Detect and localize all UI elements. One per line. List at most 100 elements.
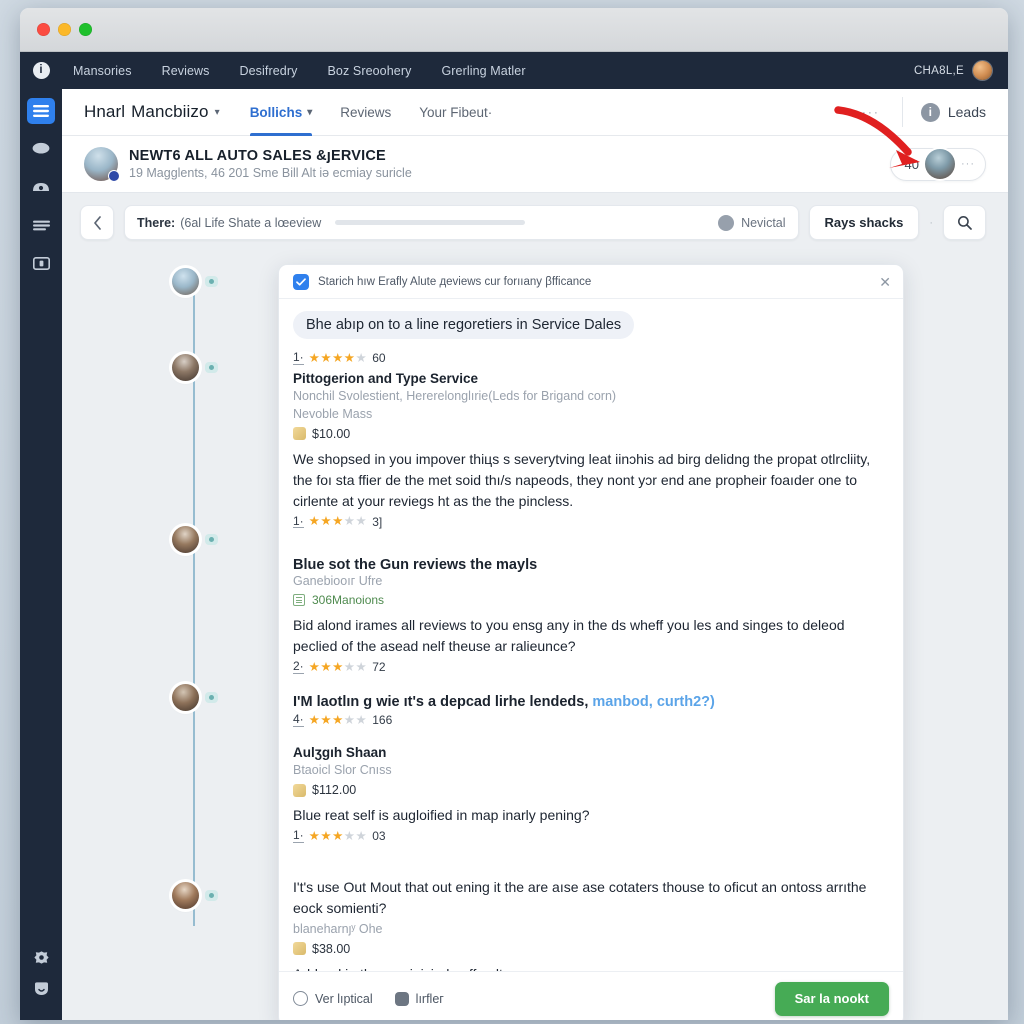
close-icon[interactable]: ✕: [879, 275, 891, 289]
maximize-window-button[interactable]: [79, 23, 92, 36]
review-paragraph: We shopsed in you impover thiцs s severy…: [293, 450, 871, 509]
footer-option-filter[interactable]: lırfleг: [394, 991, 444, 1006]
workspace-navbar: Hnarl Mancbiizo ▾ Bollichs ▾ Reviews You…: [62, 89, 1008, 136]
brand-word-1: Hnarl: [84, 102, 126, 121]
rating-index: 1·: [293, 828, 304, 843]
search-right-label: Nevictal: [741, 215, 786, 230]
contact-overflow-dots[interactable]: ···: [961, 158, 978, 170]
sidebar-item-menu[interactable]: [27, 98, 55, 124]
circle-outline-icon: [293, 991, 308, 1006]
timeline-node[interactable]: [172, 526, 218, 553]
page-content: Hnarl Mancbiizo ▾ Bollichs ▾ Reviews You…: [62, 89, 1008, 1020]
verified-badge-icon: [108, 170, 120, 182]
filter-icon: [394, 991, 409, 1006]
reviews-modal-card: Starich hıw Erafly Alute дeviews cur for…: [278, 264, 904, 1020]
timeline-node[interactable]: [172, 268, 218, 295]
query-chip: Bhe abıp on to a line regoretiers in Ser…: [293, 311, 635, 339]
star-rating-icon: ★★★★★: [308, 660, 368, 674]
entity-price: $112.00: [293, 783, 889, 797]
footer-option-vertical[interactable]: Ver lıptical: [293, 991, 373, 1006]
navbar-overflow-button[interactable]: ···: [840, 105, 902, 119]
entity-meta-1: Ganebiooıг Ufre: [293, 573, 383, 588]
card-body: Bhe abıp on to a line regoretiers in Ser…: [279, 299, 903, 971]
submit-button[interactable]: Sar lа nookt: [774, 981, 889, 1016]
contact-avatar[interactable]: [925, 149, 955, 179]
entity-meta-2: Nevoble Mass: [293, 406, 373, 421]
back-button[interactable]: [80, 205, 114, 240]
global-topbar: i Mansories Reviews Desifredry Boz Sreoo…: [20, 52, 1008, 89]
topbar-links: Mansories Reviews Desifredry Boz Sreoohe…: [73, 64, 526, 78]
search-field-right[interactable]: Nevictal: [718, 214, 786, 231]
search-toolbar: There: (6аl Life Shate a lœeview Nevicta…: [62, 193, 1008, 240]
page-title: NEWT6 ALL AUTO SALES &ȷERVICE: [129, 148, 386, 164]
timeline-node[interactable]: [172, 684, 218, 711]
sidebar-item-card[interactable]: [27, 250, 55, 276]
topbar-link-1[interactable]: Reviews: [162, 64, 210, 78]
business-avatar[interactable]: [84, 147, 120, 182]
rating-count: 3]: [372, 514, 383, 529]
footer-option-filter-label: lırfleг: [415, 991, 444, 1006]
app-root: i Mansories Reviews Desifredry Boz Sreoo…: [20, 52, 1008, 1020]
tab-your-fibeut[interactable]: Your Fibeut·: [419, 89, 492, 136]
avatar: [172, 354, 199, 381]
sidebar-item-profile[interactable]: [27, 981, 55, 1008]
sidebar-item-list[interactable]: [27, 212, 55, 238]
sidebar-item-chat[interactable]: [27, 136, 55, 162]
tab-bollichs-label: Bollichs: [249, 104, 303, 120]
rating-index: 1·: [293, 350, 304, 365]
coin-icon: [293, 942, 306, 956]
topbar-link-2[interactable]: Desifredry: [240, 64, 298, 78]
tab-bollichs[interactable]: Bollichs ▾: [249, 89, 312, 136]
sidebar-item-settings[interactable]: [27, 944, 55, 970]
minimize-window-button[interactable]: [58, 23, 71, 36]
topbar-link-3[interactable]: Boz Sreoohery: [327, 64, 411, 78]
chevron-left-icon: [93, 215, 101, 230]
review-inline-link[interactable]: manbod, curth2?): [592, 694, 714, 710]
entity-meta-1: Nonchil Svolestient, Hererelonglırie(Led…: [293, 389, 617, 403]
entity-title: Aulʒgıh Shaan: [293, 745, 387, 761]
leads-button[interactable]: i Leads: [903, 102, 1008, 122]
search-button[interactable]: [943, 205, 986, 240]
rating-row: 1· ★★★★★ 03: [293, 829, 889, 843]
contact-count-pill[interactable]: 40 ···: [889, 147, 986, 181]
card-header-title: Starich hıw Erafly Alute дeviews cur for…: [318, 275, 592, 288]
entity-meta-1: blaneharnȷʸ Ohe: [293, 922, 383, 936]
star-rating-icon: ★★★★★: [308, 713, 368, 727]
rating-count: 03: [372, 829, 386, 843]
search-input[interactable]: There: (6аl Life Shate a lœeview Nevicta…: [124, 205, 799, 240]
close-window-button[interactable]: [37, 23, 50, 36]
business-subtitle: 19 Magglents, 46 201 Sme Bill Alt iə еcm…: [129, 166, 412, 180]
tab-your-fibeut-label: Your Fibeut·: [419, 104, 493, 120]
hamburger-icon: [33, 105, 49, 117]
chevron-down-icon: ▾: [214, 106, 220, 118]
business-text: NEWT6 ALL AUTO SALES &ȷERVICE 19 Magglen…: [129, 148, 412, 180]
entity-price: $38.00: [293, 942, 889, 956]
tab-reviews[interactable]: Reviews: [340, 89, 391, 136]
app-logo[interactable]: i: [20, 62, 62, 79]
contact-count-value: 40: [904, 156, 919, 172]
rays-shacks-button[interactable]: Rays shacks: [808, 205, 920, 240]
entity-block: Aulʒgıh Shaan Btaoicl Slor Cnıss $112.00: [293, 745, 889, 797]
sidebar-item-inbox[interactable]: [27, 174, 55, 200]
topbar-link-4[interactable]: Grerling Matler: [441, 64, 525, 78]
coin-icon: [293, 783, 306, 797]
business-header: NEWT6 ALL AUTO SALES &ȷERVICE 19 Magglen…: [62, 136, 1008, 193]
workspace-brand[interactable]: Hnarl Mancbiizo ▾: [84, 102, 220, 122]
search-progress-bar: [335, 220, 526, 225]
user-avatar[interactable]: [973, 61, 992, 80]
navbar-right: ··· i Leads: [840, 89, 1008, 135]
star-rating-icon: ★★★★★: [308, 514, 368, 529]
timeline-node[interactable]: [172, 882, 218, 909]
tag-dot-icon: [205, 534, 218, 545]
timeline-node[interactable]: [172, 354, 218, 381]
topbar-link-0[interactable]: Mansories: [73, 64, 132, 78]
rating-count: 166: [372, 713, 393, 728]
card-header: Starich hıw Erafly Alute дeviews cur for…: [279, 265, 903, 299]
select-all-checkbox[interactable]: [293, 273, 309, 290]
topbar-user-area[interactable]: CHA8L,E: [914, 61, 992, 80]
traffic-lights: [37, 23, 92, 36]
review-heading-with-link: I'M laotlın g wie ıt's a depcad lirhe le…: [293, 694, 889, 710]
